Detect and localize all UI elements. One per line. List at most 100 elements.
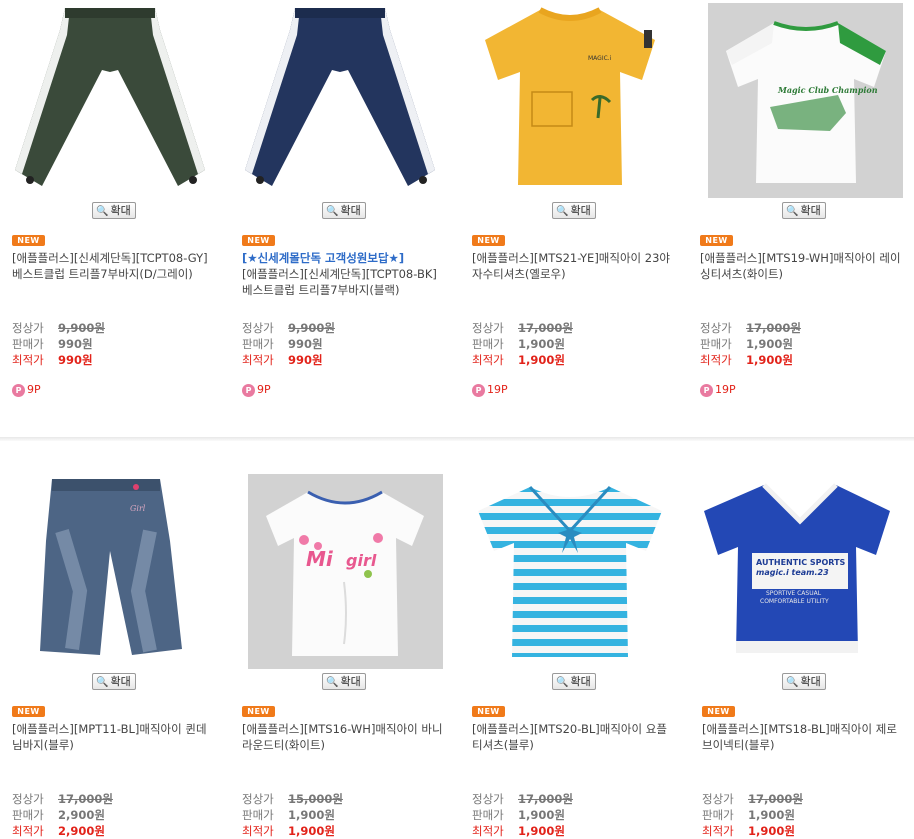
zoom-label: 확대 bbox=[570, 675, 591, 688]
zoom-button[interactable]: 🔍 확대 bbox=[782, 202, 826, 219]
zoom-label: 확대 bbox=[110, 675, 131, 688]
shirt-print-text-d: COMFORTABLE UTILITY bbox=[760, 598, 829, 605]
shirt-print-text-c: SPORTIVE CASUAL bbox=[766, 590, 822, 597]
point-value: 19P bbox=[715, 383, 736, 396]
best-price-row: 최적가 990원 bbox=[242, 352, 323, 368]
zoom-button[interactable]: 🔍 확대 bbox=[552, 673, 596, 690]
best-price-row: 최적가 1,900원 bbox=[702, 823, 795, 839]
point-info: P 9P bbox=[242, 383, 271, 397]
zoom-button[interactable]: 🔍 확대 bbox=[322, 202, 366, 219]
magnifier-icon: 🔍 bbox=[556, 206, 569, 217]
sale-price: 1,900원 bbox=[746, 337, 793, 351]
sale-price-row: 판매가 1,900원 bbox=[242, 807, 335, 823]
product-name[interactable]: [애플플러스][신세계단독][TCPT08-BK]베스트클럽 트리플7부바지(블… bbox=[242, 266, 447, 298]
list-price: 17,000원 bbox=[746, 321, 801, 335]
best-price: 2,900원 bbox=[58, 824, 105, 838]
jeans-print-text: Girl bbox=[130, 504, 146, 513]
sale-price: 1,900원 bbox=[518, 337, 565, 351]
list-price-row: 정상가 17,000원 bbox=[472, 320, 573, 336]
zoom-button[interactable]: 🔍 확대 bbox=[322, 673, 366, 690]
magnifier-icon: 🔍 bbox=[786, 677, 799, 688]
point-icon: P bbox=[472, 383, 485, 397]
magnifier-icon: 🔍 bbox=[786, 206, 799, 217]
sale-price-row: 판매가 990원 bbox=[12, 336, 93, 352]
product-name[interactable]: [애플플러스][MPT11-BL]매직아이 퀸데님바지(블루) bbox=[12, 721, 217, 753]
magnifier-icon: 🔍 bbox=[556, 677, 569, 688]
list-price-row: 정상가 17,000원 bbox=[702, 791, 803, 807]
sale-price-label: 판매가 bbox=[472, 337, 504, 351]
list-price: 17,000원 bbox=[748, 792, 803, 806]
sale-price-label: 판매가 bbox=[700, 337, 732, 351]
product-name[interactable]: [애플플러스][MTS20-BL]매직아이 요플티셔츠(블루) bbox=[472, 721, 677, 753]
best-price-row: 최적가 1,900원 bbox=[472, 823, 565, 839]
product-name[interactable]: [애플플러스][MTS21-YE]매직아이 23야자수티셔츠(옐로우) bbox=[472, 250, 677, 282]
zoom-label: 확대 bbox=[340, 204, 361, 217]
row-divider bbox=[0, 437, 914, 441]
best-price-label: 최적가 bbox=[12, 353, 44, 367]
zoom-button[interactable]: 🔍 확대 bbox=[782, 673, 826, 690]
point-value: 9P bbox=[257, 383, 271, 396]
product-image[interactable] bbox=[470, 471, 670, 669]
product-name[interactable]: [애플플러스][MTS18-BL]매직아이 제로브이넥티(블루) bbox=[702, 721, 907, 753]
best-price-row: 최적가 2,900원 bbox=[12, 823, 105, 839]
product-name[interactable]: [애플플러스][신세계단독][TCPT08-GY]베스트클럽 트리플7부바지(D… bbox=[12, 250, 217, 282]
sale-price-row: 판매가 1,900원 bbox=[472, 336, 565, 352]
sale-price-label: 판매가 bbox=[12, 337, 44, 351]
list-price-row: 정상가 9,900원 bbox=[242, 320, 335, 336]
product-image[interactable]: MAGIC.i bbox=[470, 0, 670, 198]
zoom-button[interactable]: 🔍 확대 bbox=[92, 673, 136, 690]
sale-price-row: 판매가 990원 bbox=[242, 336, 323, 352]
list-price-row: 정상가 17,000원 bbox=[700, 320, 801, 336]
best-price: 1,900원 bbox=[748, 824, 795, 838]
product-image[interactable]: Magic Club Champion bbox=[708, 3, 903, 198]
best-price-label: 최적가 bbox=[702, 824, 734, 838]
zoom-label: 확대 bbox=[340, 675, 361, 688]
list-price-label: 정상가 bbox=[700, 321, 732, 335]
point-icon: P bbox=[12, 383, 25, 397]
new-badge: NEW bbox=[700, 235, 733, 246]
shirt-print-text: MAGIC.i bbox=[588, 55, 612, 62]
new-badge: NEW bbox=[472, 706, 505, 717]
magnifier-icon: 🔍 bbox=[326, 677, 339, 688]
best-price-label: 최적가 bbox=[472, 353, 504, 367]
point-info: P 19P bbox=[700, 383, 736, 397]
best-price-label: 최적가 bbox=[700, 353, 732, 367]
product-image[interactable] bbox=[240, 0, 440, 198]
product-name[interactable]: [애플플러스][MTS16-WH]매직아이 바니라운드티(화이트) bbox=[242, 721, 447, 753]
product-name[interactable]: [애플플러스][MTS19-WH]매직아이 레이싱티셔츠(화이트) bbox=[700, 250, 905, 282]
zoom-label: 확대 bbox=[570, 204, 591, 217]
list-price-row: 정상가 9,900원 bbox=[12, 320, 105, 336]
list-price: 17,000원 bbox=[518, 792, 573, 806]
product-image[interactable]: AUTHENTIC SPORTS magic.i team.23 SPORTIV… bbox=[700, 471, 900, 669]
point-info: P 19P bbox=[472, 383, 508, 397]
zoom-button[interactable]: 🔍 확대 bbox=[92, 202, 136, 219]
sale-price-row: 판매가 1,900원 bbox=[700, 336, 793, 352]
product-image[interactable]: Girl bbox=[10, 471, 210, 669]
best-price-row: 최적가 1,900원 bbox=[242, 823, 335, 839]
sale-price: 990원 bbox=[288, 337, 323, 351]
zoom-button[interactable]: 🔍 확대 bbox=[552, 202, 596, 219]
new-badge: NEW bbox=[702, 706, 735, 717]
list-price-label: 정상가 bbox=[12, 321, 44, 335]
shirt-print-text-b: magic.i team.23 bbox=[756, 568, 829, 577]
list-price-row: 정상가 15,000원 bbox=[242, 791, 343, 807]
list-price-label: 정상가 bbox=[242, 792, 274, 806]
zoom-label: 확대 bbox=[110, 204, 131, 217]
product-image[interactable]: Mi girl bbox=[248, 474, 443, 669]
product-image[interactable] bbox=[10, 0, 210, 198]
sale-price: 1,900원 bbox=[518, 808, 565, 822]
best-price: 990원 bbox=[288, 353, 323, 367]
sale-price: 1,900원 bbox=[748, 808, 795, 822]
sale-price: 1,900원 bbox=[288, 808, 335, 822]
best-price-label: 최적가 bbox=[242, 824, 274, 838]
best-price: 1,900원 bbox=[288, 824, 335, 838]
point-info: P 9P bbox=[12, 383, 41, 397]
shirt-print-text-a: Mi bbox=[306, 547, 334, 571]
list-price-label: 정상가 bbox=[12, 792, 44, 806]
sale-price-label: 판매가 bbox=[702, 808, 734, 822]
sale-price: 990원 bbox=[58, 337, 93, 351]
promo-text[interactable]: [★신세계몰단독 고객성원보답★] bbox=[242, 250, 447, 266]
point-icon: P bbox=[242, 383, 255, 397]
list-price-row: 정상가 17,000원 bbox=[12, 791, 113, 807]
magnifier-icon: 🔍 bbox=[96, 677, 109, 688]
